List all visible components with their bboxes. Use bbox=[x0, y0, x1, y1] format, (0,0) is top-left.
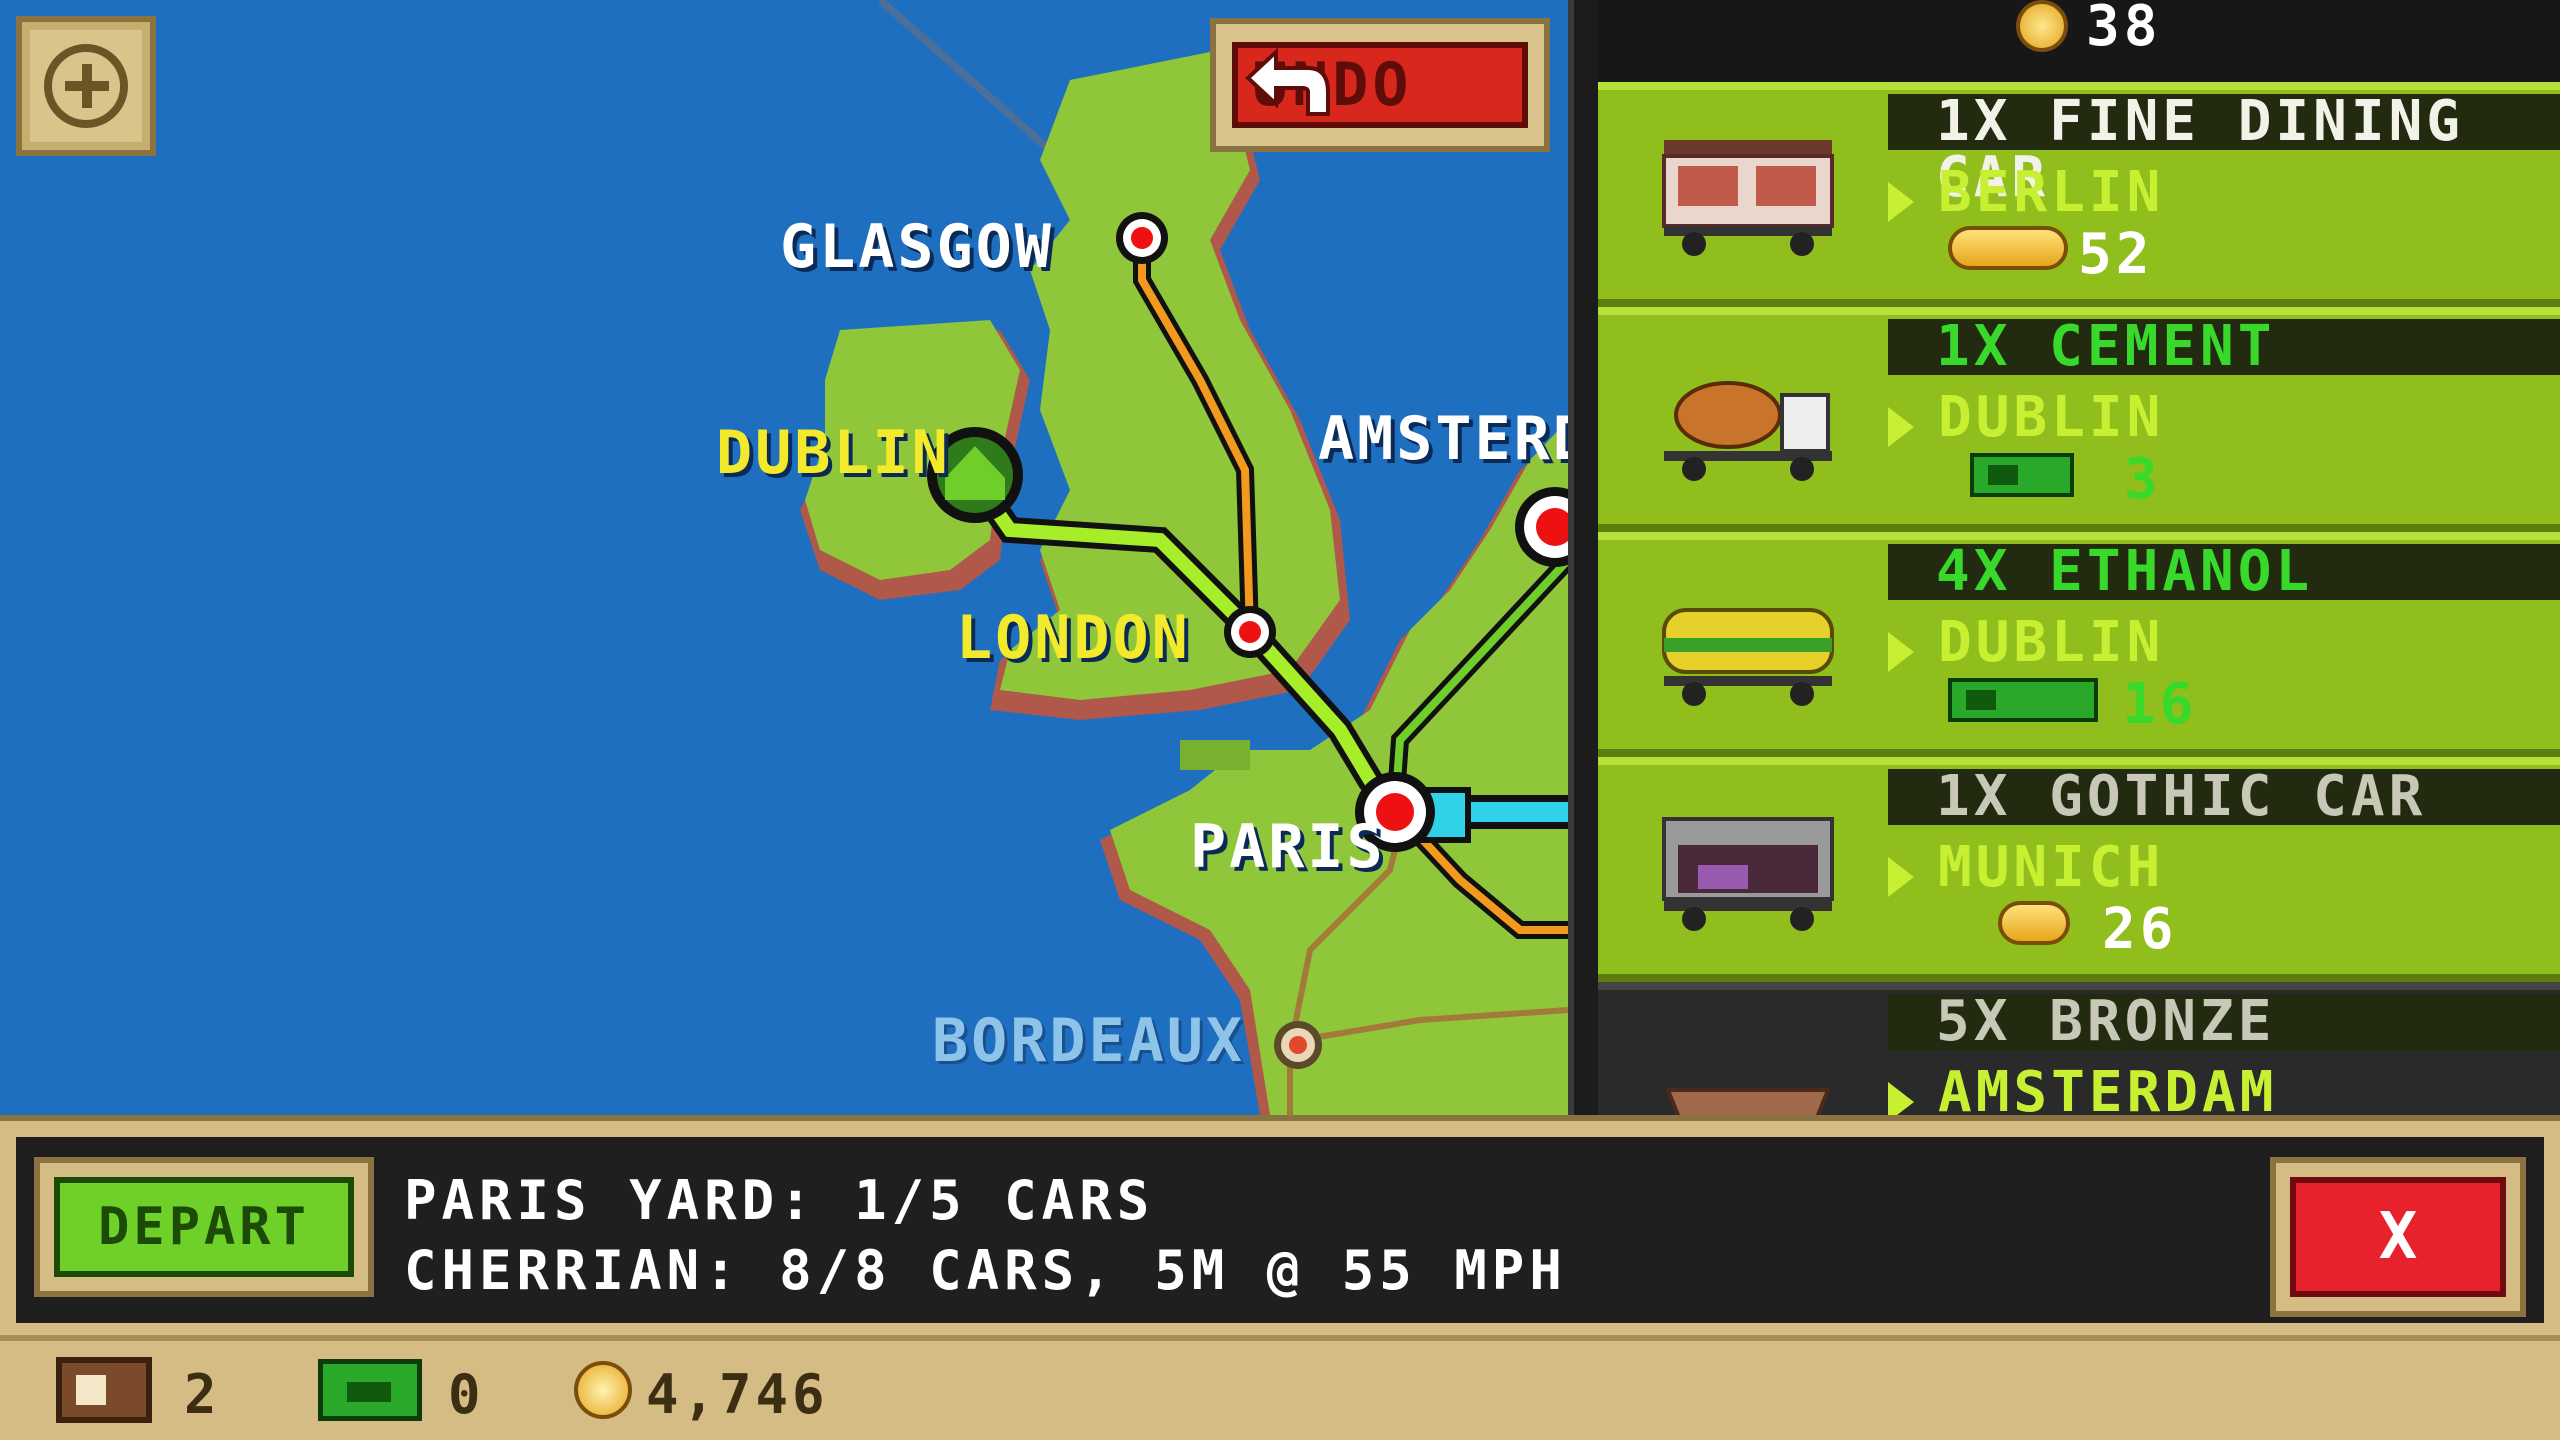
world-map[interactable]: GLASGOW DUBLIN AMSTERD LONDON PARIS BORD… bbox=[0, 0, 1568, 1115]
cargo-destination: BERLIN bbox=[1938, 160, 2165, 225]
yard-status: PARIS YARD: 1/5 CARS bbox=[404, 1169, 1155, 1232]
cash-icon bbox=[318, 1359, 422, 1421]
train-car-icon bbox=[56, 1357, 152, 1423]
destination-arrow-icon bbox=[1888, 182, 1914, 222]
close-button[interactable]: X bbox=[2270, 1157, 2526, 1317]
city-label-amsterdam: AMSTERD bbox=[1318, 404, 1568, 474]
cash-icon bbox=[1970, 453, 2074, 497]
station-bordeaux bbox=[1274, 1021, 1322, 1069]
gold-coin-icon bbox=[2016, 0, 2068, 52]
cargo-row-partial: 38 bbox=[1598, 0, 2560, 70]
depart-label: DEPART bbox=[54, 1177, 354, 1277]
undo-arrow-icon bbox=[1245, 48, 1330, 116]
train-info-bar: DEPART PARIS YARD: 1/5 CARS CHERRIAN: 8/… bbox=[0, 1115, 2560, 1335]
city-label-glasgow: GLASGOW bbox=[780, 212, 1054, 282]
cargo-title: 1X CEMENT bbox=[1888, 319, 2560, 375]
resource-bar: 2 0 4,746 bbox=[0, 1335, 2560, 1440]
close-icon: X bbox=[2290, 1177, 2506, 1297]
cargo-title: 1X GOTHIC CAR bbox=[1888, 769, 2560, 825]
cargo-title: 1X FINE DINING CAR bbox=[1888, 94, 2560, 206]
cargo-reward: 3 bbox=[2124, 447, 2162, 512]
depart-button[interactable]: DEPART bbox=[34, 1157, 374, 1297]
tanker-car-icon bbox=[1662, 608, 1834, 706]
dining-car-icon bbox=[1662, 140, 1834, 256]
destination-arrow-icon bbox=[1888, 407, 1914, 447]
cargo-row[interactable]: 1X CEMENT DUBLIN 3 bbox=[1598, 307, 2560, 532]
cargo-destination: MUNICH bbox=[1938, 835, 2165, 900]
train-status: CHERRIAN: 8/8 CARS, 5M @ 55 MPH bbox=[404, 1239, 1567, 1302]
plus-icon bbox=[44, 44, 128, 128]
cargo-reward: 52 bbox=[2078, 222, 2154, 287]
cargo-destination: DUBLIN bbox=[1938, 385, 2165, 450]
cargo-destination: DUBLIN bbox=[1938, 610, 2165, 675]
city-label-bordeaux: BORDEAUX bbox=[932, 1006, 1245, 1076]
undo-button[interactable]: UNDO bbox=[1210, 18, 1550, 152]
destination-arrow-icon bbox=[1888, 857, 1914, 897]
gothic-car-icon bbox=[1662, 817, 1834, 931]
destination-arrow-icon bbox=[1888, 1082, 1914, 1115]
cement-car-icon bbox=[1664, 381, 1832, 481]
station-glasgow bbox=[1116, 212, 1168, 264]
cars-count: 2 bbox=[184, 1363, 221, 1426]
zoom-in-button[interactable] bbox=[16, 16, 156, 156]
gold-bars-icon bbox=[1998, 901, 2070, 945]
gold-coin-icon bbox=[574, 1361, 632, 1419]
gold-count: 4,746 bbox=[646, 1363, 829, 1426]
cash-icon bbox=[1948, 678, 2098, 722]
cargo-title: 4X ETHANOL bbox=[1888, 544, 2560, 600]
cargo-row[interactable]: 5X BRONZE AMSTERDAM bbox=[1598, 982, 2560, 1115]
reward-value: 38 bbox=[2086, 0, 2162, 59]
panel-divider bbox=[1568, 0, 1598, 1115]
cargo-reward: 26 bbox=[2102, 897, 2178, 962]
cash-count: 0 bbox=[448, 1363, 485, 1426]
cargo-title: 5X BRONZE bbox=[1888, 994, 2560, 1050]
map-canvas bbox=[0, 0, 1568, 1115]
cargo-row[interactable]: 4X ETHANOL DUBLIN 16 bbox=[1598, 532, 2560, 757]
gold-bars-icon bbox=[1948, 226, 2068, 270]
cargo-destination: AMSTERDAM bbox=[1938, 1060, 2278, 1115]
cargo-list[interactable]: 38 1X FINE DINING CAR BERLIN 52 1X CEMEN… bbox=[1598, 0, 2560, 1115]
city-label-london: LONDON bbox=[956, 603, 1191, 673]
cargo-row[interactable]: 1X FINE DINING CAR BERLIN 52 bbox=[1598, 82, 2560, 307]
station-london bbox=[1224, 606, 1276, 658]
cargo-row[interactable]: 1X GOTHIC CAR MUNICH 26 bbox=[1598, 757, 2560, 982]
destination-arrow-icon bbox=[1888, 632, 1914, 672]
hopper-car-icon bbox=[1665, 1088, 1831, 1115]
city-label-dublin: DUBLIN bbox=[716, 418, 951, 488]
cargo-reward: 16 bbox=[2122, 672, 2198, 737]
city-label-paris: PARIS bbox=[1190, 812, 1386, 882]
